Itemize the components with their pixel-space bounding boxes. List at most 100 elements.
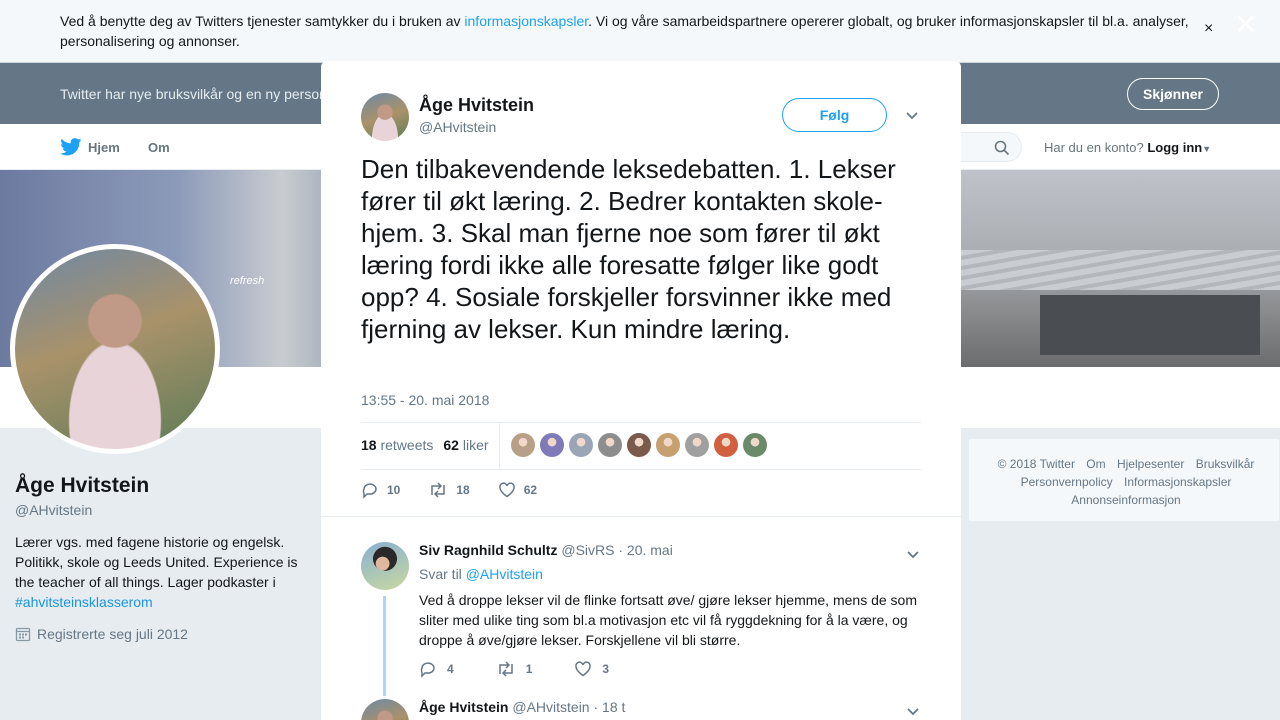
reply-tweet[interactable]: Siv Ragnhild Schultz @SivRS · 20. mai Sv… [361,542,921,702]
profile-joined-text: Registrerte seg juli 2012 [37,626,188,642]
footer-links-box: © 2018 Twitter Om Hjelpesenter Bruksvilk… [968,438,1280,522]
profile-joined: Registrerte seg juli 2012 [15,626,188,642]
reply-to-label: Svar til [419,566,466,582]
retweet-stat-label: retweets [380,437,434,453]
retweet-action-count: 18 [456,483,470,497]
like-stat-label: liker [462,437,489,453]
nav-about[interactable]: Om [148,140,170,155]
profile-bio-text: Lærer vgs. med fagene historie og engels… [15,534,298,590]
footer-link-cookies[interactable]: Informasjonskapsler [1124,475,1231,489]
follow-button[interactable]: Følg [782,98,887,132]
reply-tweet[interactable]: Åge Hvitstein @AHvitstein · 18 t [361,699,921,720]
terms-accept-button[interactable]: Skjønner [1127,78,1219,110]
nav-home[interactable]: Hjem [60,138,120,156]
reply-count: 10 [387,483,401,497]
cookie-banner: Ved å benytte deg av Twitters tjenester … [0,0,1280,63]
tweet-modal: Åge Hvitstein @AHvitstein Følg Den tilba… [321,61,961,720]
overlay-close-icon[interactable]: ✕ [1234,11,1257,39]
divider [361,422,921,423]
liker-avatar[interactable] [598,433,622,457]
reply-to-link[interactable]: @AHvitstein [466,566,543,582]
liker-avatar[interactable] [627,433,651,457]
footer-link-terms[interactable]: Bruksvilkår [1196,457,1255,471]
profile-avatar[interactable] [10,244,220,454]
liker-avatar[interactable] [569,433,593,457]
liker-avatars [511,433,767,457]
like-action[interactable]: 3 [574,660,609,678]
reply-like-count: 3 [602,662,610,676]
reply-to: Svar til @AHvitstein [419,566,543,582]
tweet-timestamp[interactable]: 13:55 - 20. mai 2018 [361,392,489,408]
reply-icon [362,483,377,499]
tweet-text: Den tilbakevendende leksedebatten. 1. Le… [361,154,896,344]
heart-icon [498,482,515,498]
cookie-link[interactable]: informasjonskapsler [464,13,588,29]
profile-bio: Lærer vgs. med fagene historie og engels… [15,532,315,612]
reply-author-avatar[interactable] [361,699,409,720]
like-stat[interactable]: 62 liker [443,437,488,453]
reply-date[interactable]: · 18 t [593,699,625,715]
profile-hashtag[interactable]: #ahvitsteinsklasserom [15,594,153,610]
retweet-icon [431,482,446,498]
tweet-stats: 18 retweets 62 liker [361,437,489,453]
chevron-down-icon[interactable] [905,703,921,719]
footer-copyright: © 2018 Twitter [997,457,1075,471]
banner-sign-text: refresh [230,275,265,287]
footer-link-ads[interactable]: Annonseinformasjon [1071,493,1180,507]
reply-reply-count: 4 [447,662,454,676]
reply-author-name[interactable]: Åge Hvitstein [419,699,508,715]
reply-author-handle[interactable]: @SivRS [561,542,614,558]
profile-handle[interactable]: @AHvitstein [15,502,92,518]
reply-author-avatar[interactable] [361,542,409,590]
liker-avatar[interactable] [743,433,767,457]
login-link[interactable]: Logg inn [1147,140,1202,155]
like-action-count: 62 [523,483,538,497]
like-action[interactable]: 62 [498,481,537,499]
reply-header: Siv Ragnhild Schultz @SivRS · 20. mai [419,542,673,558]
account-prompt: Har du en konto? Logg inn▼ [1044,140,1211,155]
liker-avatar[interactable] [656,433,680,457]
retweet-action[interactable]: 1 [496,660,532,678]
reply-actions: 4 1 3 [419,660,609,678]
banner-roof [960,250,1280,290]
caret-down-icon[interactable]: ▼ [1202,144,1211,154]
terms-text: Twitter har nye bruksvilkår og en ny per… [60,86,334,102]
twitter-bird-icon [60,138,82,156]
banner-building [960,170,1280,367]
chevron-down-icon[interactable] [905,546,921,562]
search-box[interactable] [960,132,1022,162]
cookie-close-icon[interactable]: × [1204,20,1213,38]
tweet-author-handle[interactable]: @AHvitstein [419,119,496,135]
heart-icon [575,661,592,677]
retweet-count: 18 [361,437,377,453]
footer-link-privacy[interactable]: Personvernpolicy [1021,475,1113,489]
footer-link-about[interactable]: Om [1086,457,1105,471]
chevron-down-icon[interactable] [904,107,920,123]
reply-action[interactable]: 4 [419,660,454,678]
reply-author-name[interactable]: Siv Ragnhild Schultz [419,542,557,558]
liker-avatar[interactable] [511,433,535,457]
calendar-icon [15,627,31,642]
liker-avatar[interactable] [714,433,738,457]
tweet-actions: 10 18 62 [361,481,537,499]
reply-action[interactable]: 10 [361,481,400,499]
reply-header: Åge Hvitstein @AHvitstein · 18 t [419,699,625,715]
tweet-author-name[interactable]: Åge Hvitstein [419,95,534,116]
liker-avatar[interactable] [540,433,564,457]
footer-link-help[interactable]: Hjelpesenter [1117,457,1184,471]
retweet-stat[interactable]: 18 retweets [361,437,433,453]
cookie-text-start: Ved å benytte deg av Twitters tjenester … [60,13,465,29]
like-count: 62 [443,437,459,453]
search-icon[interactable] [994,140,1010,156]
cookie-text: Ved å benytte deg av Twitters tjenester … [60,11,1200,51]
thread-line [383,596,386,696]
banner-window [1040,295,1260,355]
liker-avatar[interactable] [685,433,709,457]
retweet-action[interactable]: 18 [428,481,470,499]
tweet-author-avatar[interactable] [361,93,409,141]
reply-author-handle[interactable]: @AHvitstein [512,699,589,715]
footer-links: © 2018 Twitter Om Hjelpesenter Bruksvilk… [981,455,1271,509]
profile-name[interactable]: Åge Hvitstein [15,474,149,498]
stats-separator [499,423,500,469]
reply-date[interactable]: · 20. mai [618,542,672,558]
